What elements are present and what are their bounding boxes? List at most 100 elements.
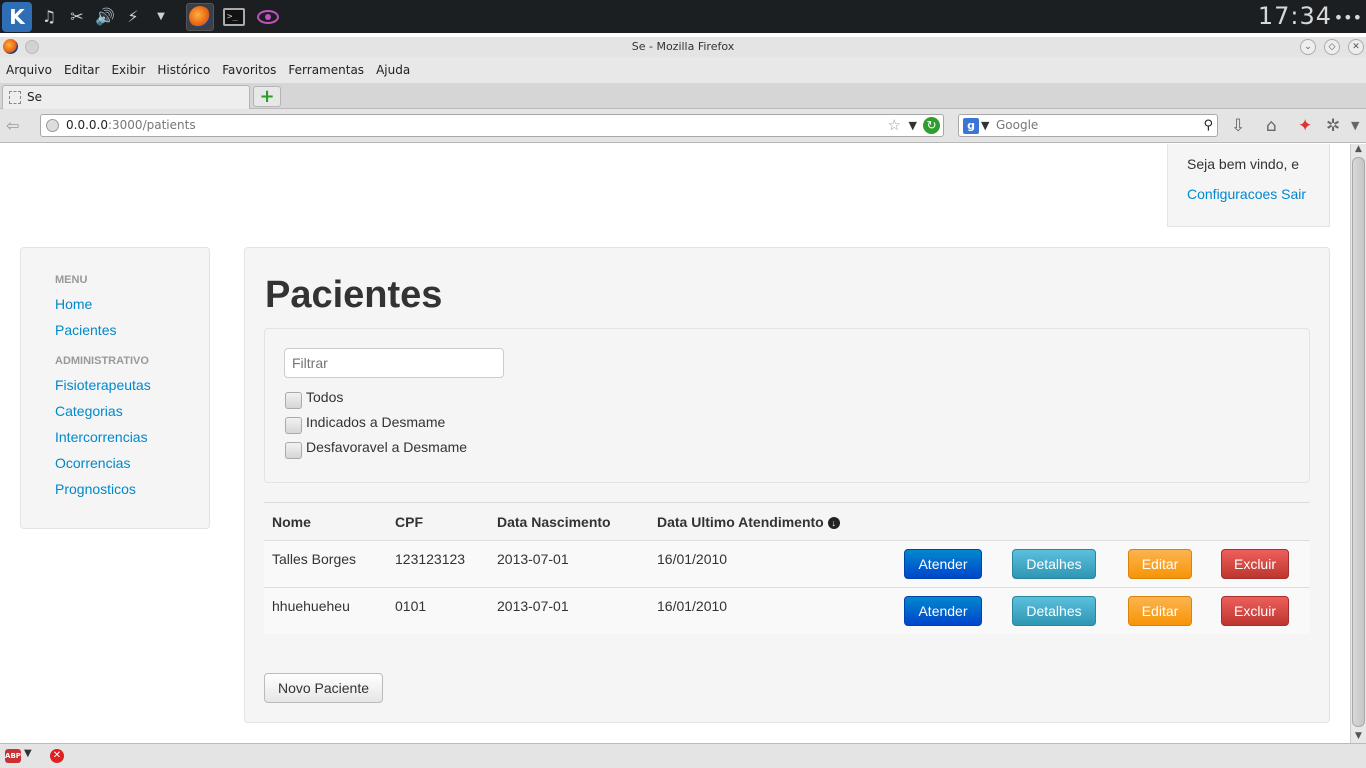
filter-label-todos: Todos xyxy=(306,389,344,405)
site-identity-icon[interactable] xyxy=(46,119,59,132)
search-input[interactable]: g ▼ Google ⚲ xyxy=(958,114,1218,137)
new-tab-button[interactable]: + xyxy=(253,86,281,107)
sidebar-item-home[interactable]: Home xyxy=(55,295,209,313)
atender-button[interactable]: Atender xyxy=(904,596,982,626)
menu-historico[interactable]: Histórico xyxy=(157,63,210,77)
scroll-up-icon[interactable]: ▲ xyxy=(1351,144,1366,156)
sidebar-item-prognosticos[interactable]: Prognosticos xyxy=(55,480,209,498)
binoculars-icon[interactable]: ⚲ xyxy=(1203,115,1213,136)
cell-cpf: 0101 xyxy=(395,598,427,614)
logout-link[interactable]: Sair xyxy=(1281,186,1306,202)
settings-link[interactable]: Configuracoes xyxy=(1187,186,1277,202)
menu-ferramentas[interactable]: Ferramentas xyxy=(288,63,364,77)
tab-se[interactable]: Se xyxy=(2,85,250,109)
adblock-dropdown-icon[interactable]: ▼ xyxy=(24,748,32,759)
kde-menu-icon[interactable]: K xyxy=(2,1,32,32)
firefox-icon[interactable] xyxy=(3,39,18,54)
tools-icon[interactable]: ✂ xyxy=(66,6,88,28)
checkbox-indicados[interactable] xyxy=(285,416,302,434)
detalhes-button[interactable]: Detalhes xyxy=(1012,596,1096,626)
user-links: Configuracoes Sair xyxy=(1187,186,1329,202)
url-bar[interactable]: 0.0.0.0:3000/patients ☆ ▼ ↻ xyxy=(40,114,944,137)
sidebar-item-pacientes[interactable]: Pacientes xyxy=(55,321,209,339)
tabbar: Se + xyxy=(0,83,1366,109)
scroll-thumb[interactable] xyxy=(1352,157,1365,727)
home-icon[interactable]: ⌂ xyxy=(1266,116,1277,136)
filter-indicados[interactable]: Indicados a Desmame xyxy=(285,412,446,434)
sort-down-icon[interactable]: ↓ xyxy=(827,517,840,529)
tray-expand-icon[interactable]: ▼ xyxy=(150,6,172,28)
engine-dropdown-icon[interactable]: ▼ xyxy=(981,115,989,136)
toolbar-overflow-icon[interactable]: ▼ xyxy=(1351,119,1359,132)
editar-button[interactable]: Editar xyxy=(1128,549,1192,579)
menu-favoritos[interactable]: Favoritos xyxy=(222,63,276,77)
music-icon[interactable]: ♫ xyxy=(38,6,60,28)
search-placeholder: Google xyxy=(996,118,1039,132)
filter-desfavoravel[interactable]: Desfavoravel a Desmame xyxy=(285,437,467,459)
table-row: Talles Borges 123123123 2013-07-01 16/01… xyxy=(264,540,1310,587)
minimize-icon[interactable]: ⌄ xyxy=(1300,39,1316,55)
novo-paciente-button[interactable]: Novo Paciente xyxy=(264,673,383,703)
col-ultimo-atendimento[interactable]: Data Ultimo Atendimento ↓ xyxy=(657,514,840,530)
bug-icon[interactable]: ✲ xyxy=(1326,116,1340,136)
network-icon[interactable]: ⚡ xyxy=(122,6,144,28)
sidebar: MENU Home Pacientes ADMINISTRATIVO Fisio… xyxy=(20,247,210,529)
back-arrow-icon[interactable]: ⇦ xyxy=(6,116,19,135)
menu-arquivo[interactable]: Arquivo xyxy=(6,63,52,77)
pin-icon[interactable] xyxy=(25,40,39,54)
menu-exibir[interactable]: Exibir xyxy=(111,63,145,77)
menu-editar[interactable]: Editar xyxy=(64,63,100,77)
filter-todos[interactable]: Todos xyxy=(285,387,344,409)
addon-icon[interactable]: ✦ xyxy=(1298,116,1312,136)
editar-button[interactable]: Editar xyxy=(1128,596,1192,626)
filter-input[interactable] xyxy=(284,348,504,378)
excluir-button[interactable]: Excluir xyxy=(1221,549,1289,579)
menubar: Arquivo Editar Exibir Histórico Favorito… xyxy=(0,57,1366,83)
clock[interactable]: 17:34 xyxy=(1258,2,1332,30)
terminal-task[interactable]: >_ xyxy=(220,3,248,31)
window-titlebar[interactable]: Se - Mozilla Firefox ⌄ ◇ ✕ xyxy=(0,37,1366,57)
close-icon[interactable]: ✕ xyxy=(1348,39,1364,55)
volume-icon[interactable]: 🔊 xyxy=(94,6,116,28)
menu-ajuda[interactable]: Ajuda xyxy=(376,63,410,77)
page-title: Pacientes xyxy=(265,274,443,316)
col-nascimento[interactable]: Data Nascimento xyxy=(497,514,611,530)
filter-panel: Todos Indicados a Desmame Desfavoravel a… xyxy=(264,328,1310,483)
terminal-icon: >_ xyxy=(223,7,245,26)
eye-icon xyxy=(257,9,279,24)
download-icon[interactable]: ⇩ xyxy=(1231,116,1245,136)
error-icon[interactable]: ✕ xyxy=(50,749,64,763)
cell-nome: Talles Borges xyxy=(272,551,357,567)
col-nome[interactable]: Nome xyxy=(272,514,311,530)
google-engine-icon[interactable]: g xyxy=(963,118,979,134)
panel-menu-icon[interactable]: ••• xyxy=(1334,8,1362,27)
firefox-task[interactable] xyxy=(186,2,214,31)
statusbar: ABP ▼ ✕ xyxy=(0,743,1366,768)
sidebar-item-ocorrencias[interactable]: Ocorrencias xyxy=(55,454,209,472)
url-history-dropdown-icon[interactable]: ▼ xyxy=(909,115,917,136)
maximize-icon[interactable]: ◇ xyxy=(1324,39,1340,55)
eye-task[interactable] xyxy=(254,3,282,31)
cell-cpf: 123123123 xyxy=(395,551,466,567)
detalhes-button[interactable]: Detalhes xyxy=(1012,549,1096,579)
excluir-button[interactable]: Excluir xyxy=(1221,596,1289,626)
checkbox-desfavoravel[interactable] xyxy=(285,441,302,459)
main-panel: Pacientes Todos Indicados a Desmame Desf… xyxy=(244,247,1330,723)
window-title: Se - Mozilla Firefox xyxy=(631,40,735,53)
page-content: Seja bem vindo, e Configuracoes Sair MEN… xyxy=(0,144,1350,743)
sidebar-item-intercorrencias[interactable]: Intercorrencias xyxy=(55,428,209,446)
filter-label-indicados: Indicados a Desmame xyxy=(306,414,446,430)
sidebar-item-fisioterapeutas[interactable]: Fisioterapeutas xyxy=(55,376,209,394)
atender-button[interactable]: Atender xyxy=(904,549,982,579)
sidebar-item-categorias[interactable]: Categorias xyxy=(55,402,209,420)
col-cpf[interactable]: CPF xyxy=(395,514,423,530)
page-scrollbar[interactable]: ▲ ▼ xyxy=(1350,144,1366,743)
cell-nome: hhuehueheu xyxy=(272,598,350,614)
bookmark-star-icon[interactable]: ☆ xyxy=(888,115,901,136)
checkbox-todos[interactable] xyxy=(285,391,302,409)
cell-ultimo: 16/01/2010 xyxy=(657,551,728,567)
scroll-down-icon[interactable]: ▼ xyxy=(1351,731,1366,743)
cell-nascimento: 2013-07-01 xyxy=(497,598,569,614)
reload-icon[interactable]: ↻ xyxy=(923,117,940,134)
adblock-icon[interactable]: ABP xyxy=(5,749,21,763)
